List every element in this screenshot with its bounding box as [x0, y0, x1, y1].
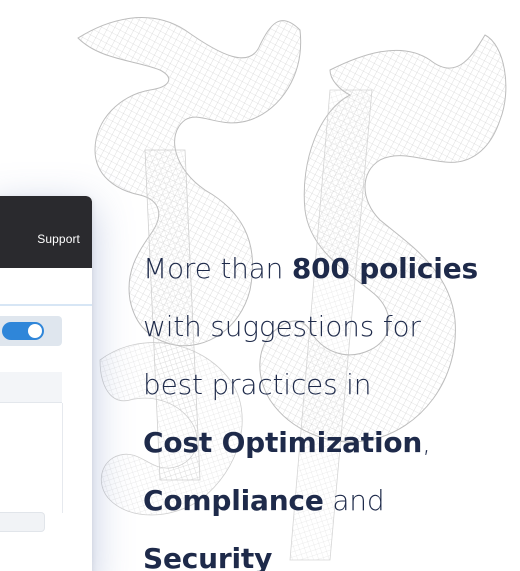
policy-toggle[interactable] — [2, 322, 44, 340]
headline-line-2: with suggestions for — [143, 298, 520, 356]
security-label: Security — [143, 542, 272, 571]
table-header — [0, 372, 62, 403]
input-field[interactable] — [0, 512, 45, 532]
headline: More than 800 policies with suggestions … — [143, 240, 520, 571]
app-header: Support — [0, 196, 92, 268]
toggle-knob — [28, 324, 42, 338]
policy-count: 800 policies — [292, 252, 478, 285]
app-window-preview: Support — [0, 196, 92, 571]
headline-line-5: Compliance and — [143, 472, 520, 530]
cost-optimization-label: Cost Optimization — [143, 426, 422, 459]
table-body — [0, 403, 63, 513]
compliance-label: Compliance — [143, 484, 324, 517]
settings-bar — [0, 316, 62, 346]
header-divider — [0, 304, 92, 306]
headline-line-6: Security — [143, 530, 520, 571]
support-link[interactable]: Support — [37, 232, 80, 246]
headline-line-1: More than 800 policies — [143, 240, 520, 298]
headline-line-4: Cost Optimization, — [143, 414, 520, 472]
headline-line-3: best practices in — [143, 356, 520, 414]
